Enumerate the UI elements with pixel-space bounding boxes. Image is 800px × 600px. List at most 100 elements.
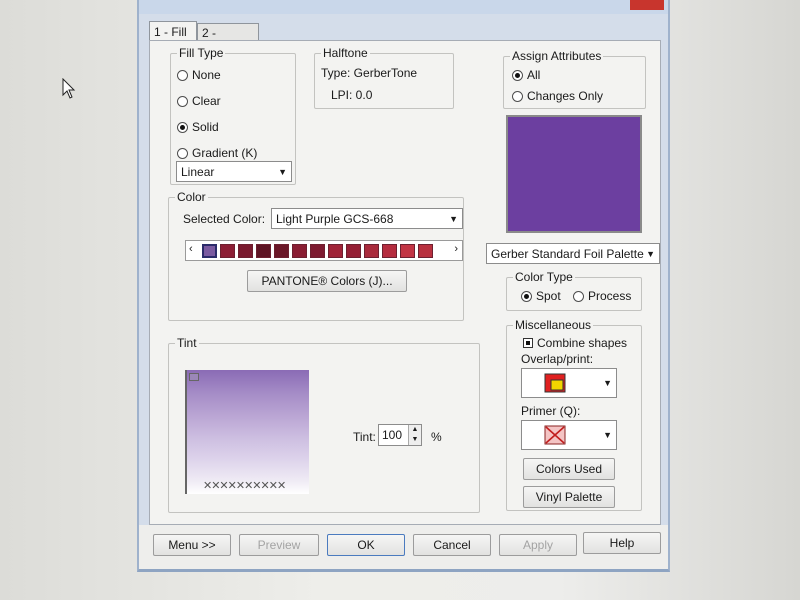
color-swatch[interactable] [310, 244, 325, 258]
menu-button[interactable]: Menu >> [153, 534, 231, 556]
cancel-button[interactable]: Cancel [413, 534, 491, 556]
chevron-right-icon[interactable]: › [454, 243, 458, 255]
gradient-type-select[interactable]: Linear ▼ [176, 161, 292, 182]
radio-changes-only-dot[interactable] [512, 90, 523, 102]
halftone-lpi: LPI: 0.0 [331, 88, 373, 102]
color-swatch[interactable] [238, 244, 253, 258]
apply-button: Apply [499, 534, 577, 556]
color-swatch[interactable] [400, 244, 415, 258]
combine-shapes-box[interactable] [523, 338, 533, 348]
radio-process[interactable]: Process [573, 289, 631, 303]
tint-unit: % [431, 430, 442, 444]
miscellaneous-title: Miscellaneous [513, 318, 594, 332]
radio-all-dot[interactable] [512, 69, 523, 81]
color-strip: ‹ › [185, 240, 463, 261]
primer-icon [544, 425, 566, 445]
tint-swatch-grid[interactable]: ✕✕✕✕✕✕✕✕✕✕ [185, 370, 309, 494]
combine-shapes-label: Combine shapes [537, 336, 628, 350]
color-swatch[interactable] [220, 244, 235, 258]
radio-all[interactable]: All [512, 68, 540, 82]
chevron-down-icon: ▼ [278, 166, 287, 177]
color-preview [506, 115, 642, 233]
assign-attributes-group: Assign Attributes All Changes Only [503, 49, 646, 109]
tab-content-panel: Fill Type None Clear Solid Gradient (K) … [149, 40, 661, 525]
halftone-type: Type: GerberTone [321, 66, 418, 80]
overlap-icon [544, 373, 566, 393]
tint-spinner[interactable]: ▲ ▼ [408, 425, 421, 445]
preview-button: Preview [239, 534, 319, 556]
gradient-type-value: Linear [181, 164, 215, 179]
pantone-colors-button[interactable]: PANTONE® Colors (J)... [247, 270, 407, 292]
radio-solid[interactable]: Solid [177, 120, 219, 134]
fill-type-group: Fill Type None Clear Solid Gradient (K) … [170, 46, 296, 185]
tint-selection-marker [189, 373, 199, 381]
tab-stroke[interactable]: 2 - Stroke [197, 23, 259, 58]
color-swatch[interactable] [256, 244, 271, 258]
radio-gradient[interactable]: Gradient (K) [177, 146, 257, 160]
palette-select[interactable]: Gerber Standard Foil Palette ▼ [486, 243, 660, 264]
selected-color-value: Light Purple GCS-668 [276, 211, 394, 226]
color-group: Color Selected Color: Light Purple GCS-6… [168, 190, 464, 321]
radio-spot[interactable]: Spot [521, 289, 561, 303]
radio-all-label: All [527, 68, 541, 82]
tint-title: Tint [175, 336, 199, 350]
overlap-print-select[interactable]: ▼ [521, 368, 617, 398]
radio-none-dot[interactable] [177, 69, 188, 81]
radio-process-label: Process [588, 289, 632, 303]
selected-color-select[interactable]: Light Purple GCS-668 ▼ [271, 208, 463, 229]
overlap-print-label: Overlap/print: [521, 352, 594, 366]
chevron-down-icon: ▼ [603, 430, 612, 440]
close-icon[interactable] [630, 0, 664, 10]
help-button[interactable]: Help [583, 532, 661, 554]
color-title: Color [175, 190, 208, 204]
tint-input[interactable]: 100 ▲ ▼ [378, 424, 422, 446]
colors-used-button[interactable]: Colors Used [523, 458, 615, 480]
chevron-down-icon: ▼ [603, 378, 612, 388]
color-swatch[interactable] [274, 244, 289, 258]
radio-clear[interactable]: Clear [177, 94, 221, 108]
dialog-titlebar [139, 0, 668, 14]
chevron-left-icon[interactable]: ‹ [189, 243, 193, 255]
radio-solid-dot[interactable] [177, 121, 188, 133]
assign-attributes-title: Assign Attributes [510, 49, 604, 63]
radio-changes-only[interactable]: Changes Only [512, 89, 603, 103]
tint-label: Tint: [353, 430, 376, 444]
radio-none-label: None [192, 68, 221, 82]
miscellaneous-group: Miscellaneous Combine shapes Overlap/pri… [506, 318, 642, 511]
color-swatch[interactable] [202, 244, 217, 258]
tint-group: Tint ✕✕✕✕✕✕✕✕✕✕ Tint: 100 ▲ ▼ % [168, 336, 480, 513]
radio-clear-dot[interactable] [177, 95, 188, 107]
ok-button[interactable]: OK [327, 534, 405, 556]
radio-changes-only-label: Changes Only [527, 89, 604, 103]
radio-spot-label: Spot [536, 289, 561, 303]
color-swatch[interactable] [346, 244, 361, 258]
color-swatch[interactable] [328, 244, 343, 258]
color-swatch[interactable] [292, 244, 307, 258]
halftone-group: Halftone Type: GerberTone LPI: 0.0 [314, 46, 454, 109]
dialog-footer: Menu >> Preview OK Cancel Apply Help [139, 525, 668, 569]
radio-gradient-dot[interactable] [177, 147, 188, 159]
radio-solid-label: Solid [192, 120, 219, 134]
vinyl-palette-button[interactable]: Vinyl Palette [523, 486, 615, 508]
radio-clear-label: Clear [192, 94, 221, 108]
color-type-title: Color Type [513, 270, 575, 284]
radio-process-dot[interactable] [573, 290, 584, 302]
color-type-group: Color Type Spot Process [506, 270, 642, 311]
color-swatch[interactable] [364, 244, 379, 258]
color-swatch[interactable] [418, 244, 433, 258]
color-swatch[interactable] [382, 244, 397, 258]
radio-gradient-label: Gradient (K) [192, 146, 258, 160]
tab-fill[interactable]: 1 - Fill [149, 21, 197, 41]
tint-none-markers: ✕✕✕✕✕✕✕✕✕✕ [203, 480, 286, 492]
fill-type-title: Fill Type [177, 46, 226, 60]
palette-value: Gerber Standard Foil Palette [491, 246, 644, 261]
halftone-title: Halftone [321, 46, 370, 60]
radio-none[interactable]: None [177, 68, 221, 82]
primer-label: Primer (Q): [521, 404, 581, 418]
primer-select[interactable]: ▼ [521, 420, 617, 450]
chevron-down-icon: ▼ [646, 248, 655, 259]
chevron-down-icon: ▼ [449, 213, 458, 224]
tint-value: 100 [382, 428, 403, 442]
combine-shapes-checkbox[interactable]: Combine shapes [523, 336, 627, 350]
radio-spot-dot[interactable] [521, 290, 532, 302]
